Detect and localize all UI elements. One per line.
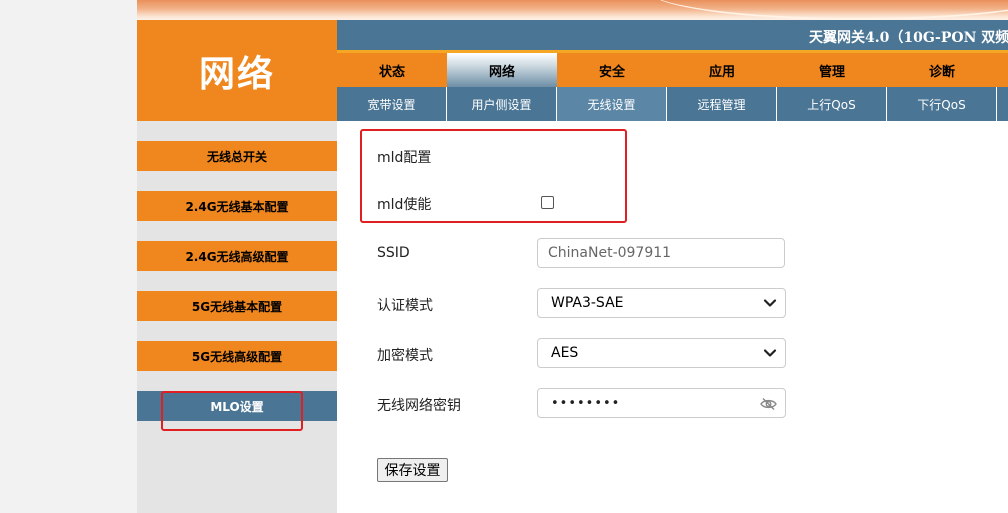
encryption-mode-value: AES [551, 345, 579, 361]
tab-security[interactable]: 安全 [557, 53, 667, 87]
password-value: •••••••• [551, 395, 621, 411]
chevron-down-icon [763, 299, 777, 307]
subtab-upstream-qos[interactable]: 上行QoS [777, 87, 887, 121]
mlo-highlight-box [161, 391, 303, 431]
password-input[interactable]: •••••••• [537, 388, 786, 418]
auth-mode-select[interactable]: WPA3-SAE [537, 288, 786, 318]
password-label: 无线网络密钥 [377, 398, 461, 414]
title-bar: 天翼网关4.0（10G-PON 双频 [337, 20, 1008, 53]
section-title: 网络 [198, 53, 275, 95]
page-left-margin [0, 0, 137, 513]
tab-application[interactable]: 应用 [667, 53, 777, 87]
tab-status[interactable]: 状态 [337, 53, 447, 87]
subtab-wireless[interactable]: 无线设置 [557, 87, 667, 121]
tab-management[interactable]: 管理 [777, 53, 887, 87]
chevron-down-icon [763, 349, 777, 357]
sidebar-item-24g-advanced[interactable]: 2.4G无线高级配置 [137, 241, 337, 271]
auth-mode-label: 认证模式 [377, 298, 433, 314]
subtab-remote-management[interactable]: 远程管理 [667, 87, 777, 121]
tab-diagnostics[interactable]: 诊断 [887, 53, 997, 87]
encryption-mode-select[interactable]: AES [537, 338, 786, 368]
sidebar: 无线总开关 2.4G无线基本配置 2.4G无线高级配置 5G无线基本配置 5G无… [137, 121, 337, 513]
section-logo: 网络 [137, 20, 337, 121]
top-banner [137, 0, 1008, 21]
sidebar-item-5g-basic[interactable]: 5G无线基本配置 [137, 291, 337, 321]
save-button[interactable]: 保存设置 [377, 458, 448, 482]
subtab-broadband[interactable]: 宽带设置 [337, 87, 447, 121]
ssid-label: SSID [377, 245, 410, 261]
tab-network[interactable]: 网络 [447, 53, 557, 87]
gateway-title: 天翼网关4.0（10G-PON 双频 [809, 30, 1008, 46]
sidebar-item-wireless-switch[interactable]: 无线总开关 [137, 141, 337, 171]
subtab-downstream-qos[interactable]: 下行QoS [887, 87, 997, 121]
eye-slash-icon[interactable] [760, 397, 777, 411]
sidebar-item-5g-advanced[interactable]: 5G无线高级配置 [137, 341, 337, 371]
subtab-lan[interactable]: 用户侧设置 [447, 87, 557, 121]
main-nav: 状态 网络 安全 应用 管理 诊断 [337, 53, 1008, 87]
auth-mode-value: WPA3-SAE [551, 295, 624, 311]
sidebar-item-24g-basic[interactable]: 2.4G无线基本配置 [137, 191, 337, 221]
sub-nav: 宽带设置 用户侧设置 无线设置 远程管理 上行QoS 下行QoS [337, 87, 1008, 121]
ssid-input[interactable] [537, 238, 785, 268]
mld-highlight-box [360, 129, 627, 223]
encryption-mode-label: 加密模式 [377, 348, 433, 364]
